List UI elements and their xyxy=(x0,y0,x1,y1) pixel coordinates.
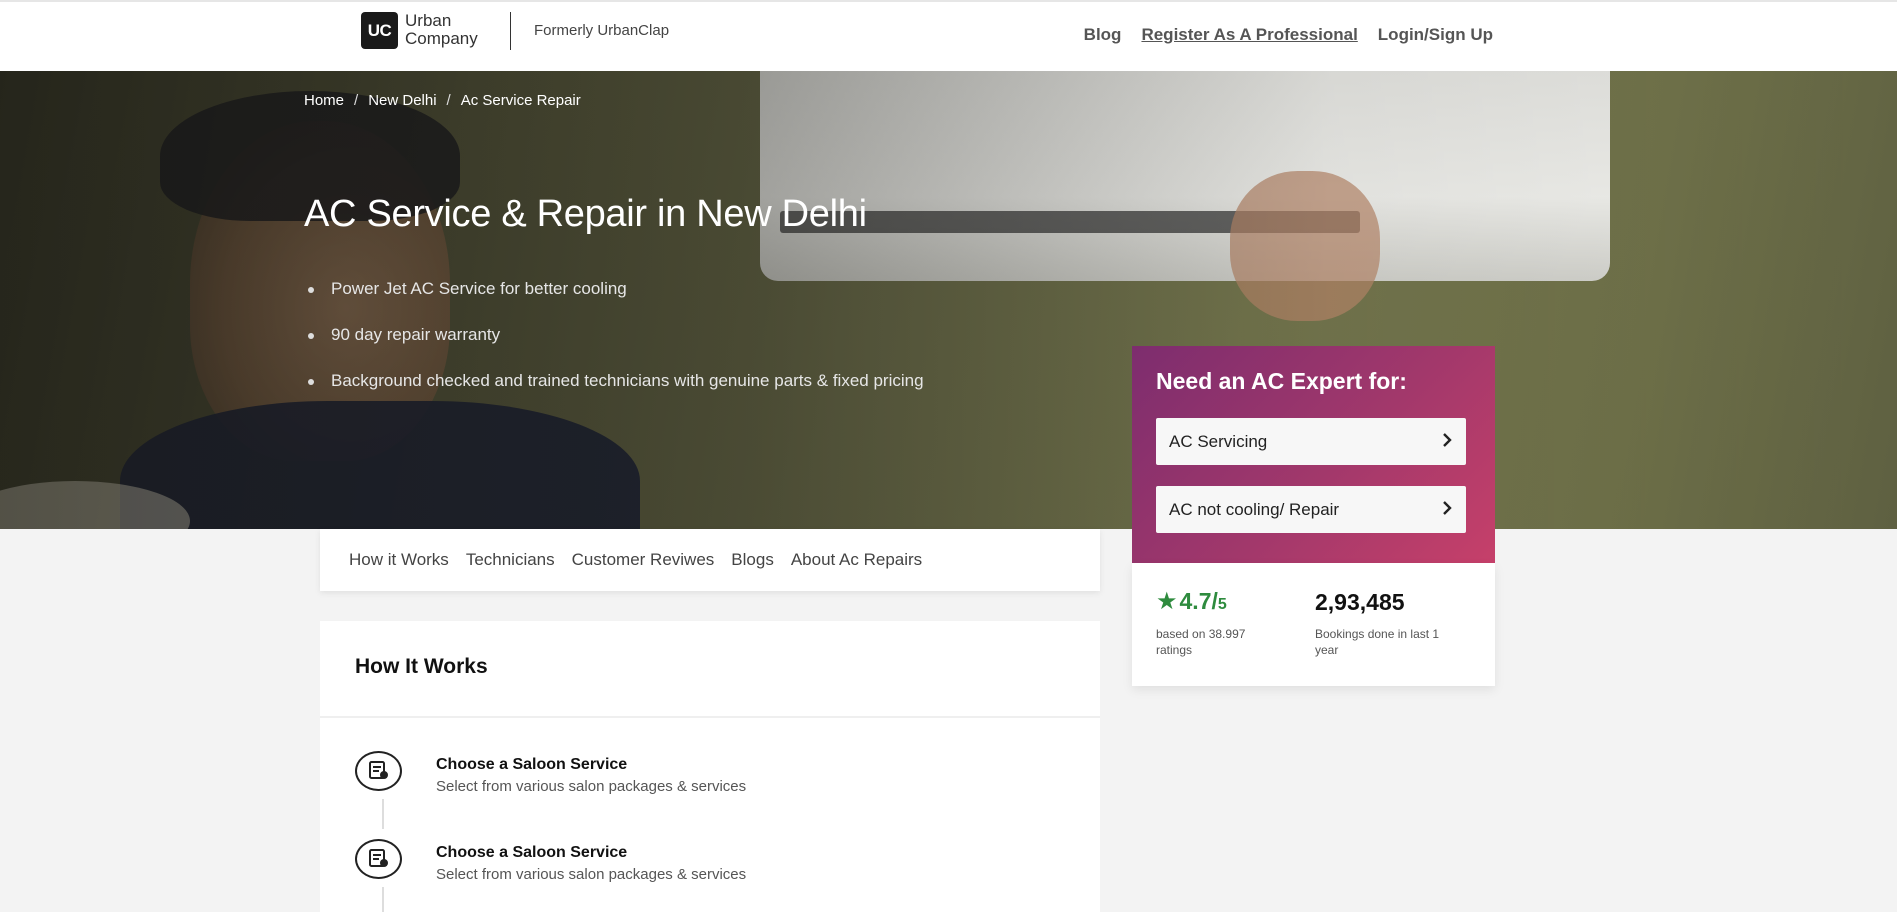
tab-how-it-works[interactable]: How it Works xyxy=(349,550,449,570)
blog-link[interactable]: Blog xyxy=(1084,25,1122,45)
chevron-right-icon xyxy=(1442,430,1452,453)
ac-repair-option[interactable]: AC not cooling/ Repair xyxy=(1156,486,1466,533)
ac-servicing-option[interactable]: AC Servicing xyxy=(1156,418,1466,465)
ac-expert-card: Need an AC Expert for: AC Servicing AC n… xyxy=(1132,346,1495,563)
bullet-dot-icon xyxy=(308,287,314,293)
login-signup-link[interactable]: Login/Sign Up xyxy=(1378,25,1493,45)
service-list-icon xyxy=(355,751,402,791)
section-divider xyxy=(320,716,1100,718)
step-title: Choose a Saloon Service xyxy=(436,756,628,773)
breadcrumb-current[interactable]: Ac Service Repair xyxy=(461,92,581,109)
tab-technicians[interactable]: Technicians xyxy=(466,550,555,570)
step-description: Select from various salon packages & ser… xyxy=(436,866,747,883)
hero-bullet-list: Power Jet AC Service for better cooling … xyxy=(304,279,924,417)
hero-bullet: 90 day repair warranty xyxy=(304,325,924,371)
expert-card-title: Need an AC Expert for: xyxy=(1156,368,1407,394)
how-it-works-section: How It Works Choose a Saloon Service Sel… xyxy=(320,621,1100,912)
page-title: AC Service & Repair in New Delhi xyxy=(304,193,867,235)
logo-name-line-1: Urban xyxy=(405,11,452,30)
step-description: Select from various salon packages & ser… xyxy=(436,778,747,795)
star-icon: ★ xyxy=(1156,588,1178,615)
tab-blogs[interactable]: Blogs xyxy=(731,550,774,570)
top-header: UC Urban Company Formerly UrbanClap Blog… xyxy=(0,0,1897,71)
hero-bullet-text: 90 day repair warranty xyxy=(331,325,501,344)
hero-overlay xyxy=(0,71,1897,529)
register-professional-link[interactable]: Register As A Professional xyxy=(1141,25,1357,45)
breadcrumb-home[interactable]: Home xyxy=(304,92,344,109)
logo-name-line-2: Company xyxy=(405,29,478,48)
header-nav: Blog Register As A Professional Login/Si… xyxy=(1084,25,1493,45)
step-title: Choose a Saloon Service xyxy=(436,844,628,861)
hero-bullet: Background checked and trained technicia… xyxy=(304,371,924,417)
option-label: AC not cooling/ Repair xyxy=(1169,499,1340,519)
breadcrumb: Home / New Delhi / Ac Service Repair xyxy=(304,92,581,109)
breadcrumb-city[interactable]: New Delhi xyxy=(368,92,436,109)
section-tabs: How it Works Technicians Customer Reviwe… xyxy=(320,529,1100,591)
bullet-dot-icon xyxy=(308,379,314,385)
rating-out-of: 5 xyxy=(1217,596,1227,613)
option-label: AC Servicing xyxy=(1169,431,1268,451)
step-item: Choose a Saloon Service Select from vari… xyxy=(355,751,1055,811)
rating-subtitle: based on 38.997 ratings xyxy=(1156,627,1246,657)
hero-bullet-text: Power Jet AC Service for better cooling xyxy=(331,279,627,298)
urban-company-logo-text[interactable]: Urban Company xyxy=(405,12,495,48)
stats-card: ★ 4.7 / 5 based on 38.997 ratings 2,93,4… xyxy=(1132,563,1495,686)
tab-customer-reviews[interactable]: Customer Reviwes xyxy=(572,550,715,570)
service-list-icon xyxy=(355,839,402,879)
rating-number: 4.7 xyxy=(1179,588,1212,614)
rating-value: ★ 4.7 / 5 xyxy=(1156,587,1227,616)
hero-bullet: Power Jet AC Service for better cooling xyxy=(304,279,924,325)
breadcrumb-separator: / xyxy=(446,92,451,109)
section-title: How It Works xyxy=(355,655,488,678)
step-item: Choose a Saloon Service Select from vari… xyxy=(355,839,1055,899)
formerly-label: Formerly UrbanClap xyxy=(534,22,670,39)
breadcrumb-separator: / xyxy=(354,92,359,109)
hero-banner: Home / New Delhi / Ac Service Repair AC … xyxy=(0,71,1897,529)
logo-divider xyxy=(510,12,511,50)
bookings-subtitle: Bookings done in last 1 year xyxy=(1315,627,1440,657)
bookings-count: 2,93,485 xyxy=(1315,589,1405,615)
chevron-right-icon xyxy=(1442,498,1452,521)
tab-about-ac-repairs[interactable]: About Ac Repairs xyxy=(791,550,922,570)
urban-company-logo-mark[interactable]: UC xyxy=(361,12,398,49)
bullet-dot-icon xyxy=(308,333,314,339)
hero-bullet-text: Background checked and trained technicia… xyxy=(331,371,924,390)
